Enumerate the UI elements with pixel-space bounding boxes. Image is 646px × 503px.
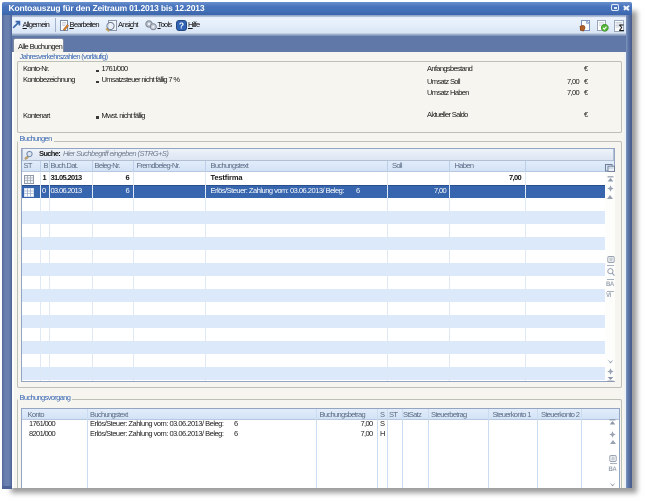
svg-text:Σ: Σ bbox=[618, 23, 624, 32]
svg-text:?: ? bbox=[179, 20, 184, 30]
